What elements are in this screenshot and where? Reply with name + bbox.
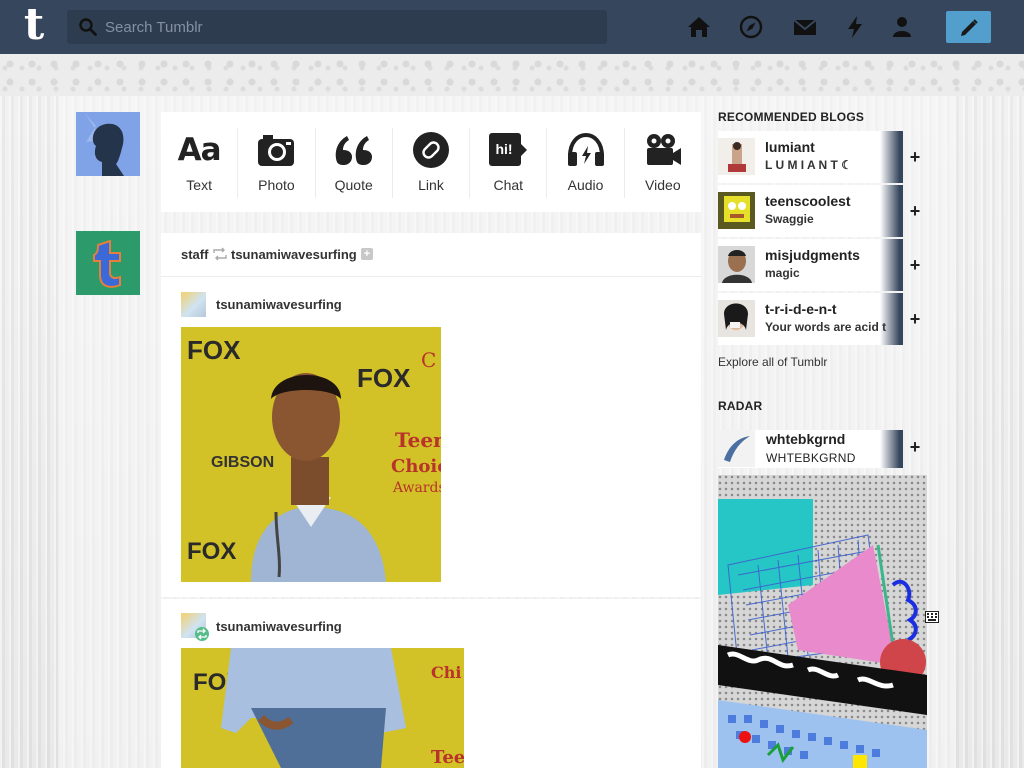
search-icon <box>79 18 97 36</box>
post-type-label: Chat <box>493 177 524 193</box>
svg-text:Awards: Awards <box>392 480 441 496</box>
blog-name: lumiant <box>765 139 815 155</box>
quote-icon <box>335 136 372 165</box>
recommended-blog-item[interactable]: lumiant L U M I A N T ☾ <box>718 131 903 183</box>
memphis-pattern-art <box>718 499 927 768</box>
follow-button[interactable]: + <box>906 438 924 456</box>
home-icon[interactable] <box>686 14 712 40</box>
blog-name: whtebkgrnd <box>766 431 846 447</box>
recommended-blog-item[interactable]: t-r-i-d-e-n-t Your words are acid t <box>718 293 903 345</box>
blog-thumbnail <box>718 192 755 229</box>
follow-button[interactable]: + <box>906 256 924 274</box>
reblogger-name[interactable]: staff <box>181 247 208 262</box>
photo-content: FOX Chi Teen <box>181 648 464 768</box>
account-icon[interactable] <box>889 14 915 40</box>
blog-name: t-r-i-d-e-n-t <box>765 301 837 317</box>
post-type-label: Photo <box>258 177 295 193</box>
post-type-audio[interactable]: Audio <box>547 128 625 198</box>
post-type-label: Quote <box>334 177 373 193</box>
follow-fade <box>880 293 903 345</box>
follow-button[interactable]: + <box>906 202 924 220</box>
follow-fade <box>880 185 903 237</box>
post-type-bar: Aa Text Photo Quote Link hi! Chat Audio … <box>161 112 701 212</box>
follow-plus-icon[interactable]: + <box>361 248 373 260</box>
chat-icon: hi! <box>489 133 528 166</box>
radar-title: RADAR <box>718 399 763 413</box>
explore-icon[interactable] <box>738 14 764 40</box>
link-icon <box>412 132 449 168</box>
tumblr-logo[interactable]: t <box>14 3 54 49</box>
pencil-icon <box>961 19 978 36</box>
post-type-photo[interactable]: Photo <box>238 128 316 198</box>
svg-text:FOX: FOX <box>187 538 236 565</box>
follow-button[interactable]: + <box>906 148 924 166</box>
svg-text:FOX: FOX <box>357 363 411 393</box>
post-type-label: Video <box>645 177 681 193</box>
post-photo[interactable]: FOX FOX FOX C Teen Choice Awards GIBSON <box>181 327 441 582</box>
post-type-quote[interactable]: Quote <box>316 128 393 198</box>
blog-thumbnail <box>718 138 755 175</box>
blog-subtitle: WHTEBKGRND <box>766 451 856 465</box>
reblog-icon <box>213 247 227 261</box>
blog-name: teenscoolest <box>765 193 851 209</box>
recommended-blogs-title: RECOMMENDED BLOGS <box>718 110 865 124</box>
top-navigation-bar: t <box>0 0 1024 54</box>
chat-glyph: hi! <box>496 141 513 157</box>
post-author-avatar[interactable] <box>181 292 206 317</box>
video-camera-icon <box>646 134 681 165</box>
reblog-header: staff tsunamiwavesurfing + <box>161 233 701 277</box>
svg-text:Chi: Chi <box>431 663 461 682</box>
blog-thumbnail <box>718 430 755 467</box>
follow-fade <box>880 131 903 183</box>
follow-fade <box>880 239 903 291</box>
follow-button[interactable]: + <box>906 310 924 328</box>
dashboard-post: tsunamiwavesurfing FOX Chi Teen <box>161 599 701 768</box>
compose-button[interactable] <box>946 11 991 43</box>
default-avatar-silhouette <box>76 112 140 176</box>
svg-text:Teen: Teen <box>395 428 441 452</box>
post-type-label: Audio <box>567 177 604 193</box>
svg-text:GIBSON: GIBSON <box>211 454 274 471</box>
tumblr-t-avatar <box>76 231 140 295</box>
post-author-name[interactable]: tsunamiwavesurfing <box>216 619 342 634</box>
recommended-blog-item[interactable]: teenscoolest Swaggie <box>718 185 903 237</box>
search-bar[interactable] <box>67 10 607 44</box>
post-type-video[interactable]: Video <box>625 128 701 198</box>
radar-post-image[interactable] <box>718 475 927 768</box>
blog-thumbnail <box>718 246 755 283</box>
svg-text:FOX: FOX <box>187 335 241 365</box>
blog-name: misjudgments <box>765 247 860 263</box>
reblogged-from-name[interactable]: tsunamiwavesurfing <box>231 247 357 262</box>
post-type-chat[interactable]: hi! Chat <box>470 128 548 198</box>
svg-text:Teen: Teen <box>431 747 464 768</box>
photo-content: FOX FOX FOX C Teen Choice Awards GIBSON <box>181 327 441 582</box>
svg-text:Choice: Choice <box>391 456 441 477</box>
blog-avatar[interactable] <box>76 231 140 295</box>
radar-blog-card[interactable]: whtebkgrnd WHTEBKGRND <box>718 430 903 468</box>
activity-icon[interactable] <box>842 14 868 40</box>
post-author-name[interactable]: tsunamiwavesurfing <box>216 297 342 312</box>
dashboard-post: staff tsunamiwavesurfing + tsunamiwavesu… <box>161 233 701 597</box>
blog-thumbnail <box>718 300 755 337</box>
follow-fade <box>880 430 903 468</box>
inbox-icon[interactable] <box>792 14 818 40</box>
user-avatar[interactable] <box>76 112 140 176</box>
post-type-label: Link <box>418 177 444 193</box>
svg-text:C: C <box>421 348 436 372</box>
explore-link[interactable]: Explore all of Tumblr <box>718 355 827 369</box>
post-photo[interactable]: FOX Chi Teen <box>181 648 464 768</box>
search-input[interactable] <box>105 10 595 44</box>
post-type-label: Text <box>186 177 212 193</box>
keyboard-shortcut-icon[interactable] <box>925 611 939 623</box>
headphones-icon <box>567 132 604 166</box>
post-type-link[interactable]: Link <box>393 128 471 198</box>
post-type-text[interactable]: Aa Text <box>161 128 239 198</box>
header-pattern <box>0 54 1024 96</box>
camera-icon <box>258 135 295 166</box>
text-icon: Aa <box>177 132 222 168</box>
reblog-badge-icon <box>195 627 209 641</box>
recommended-blog-item[interactable]: misjudgments magic <box>718 239 903 291</box>
